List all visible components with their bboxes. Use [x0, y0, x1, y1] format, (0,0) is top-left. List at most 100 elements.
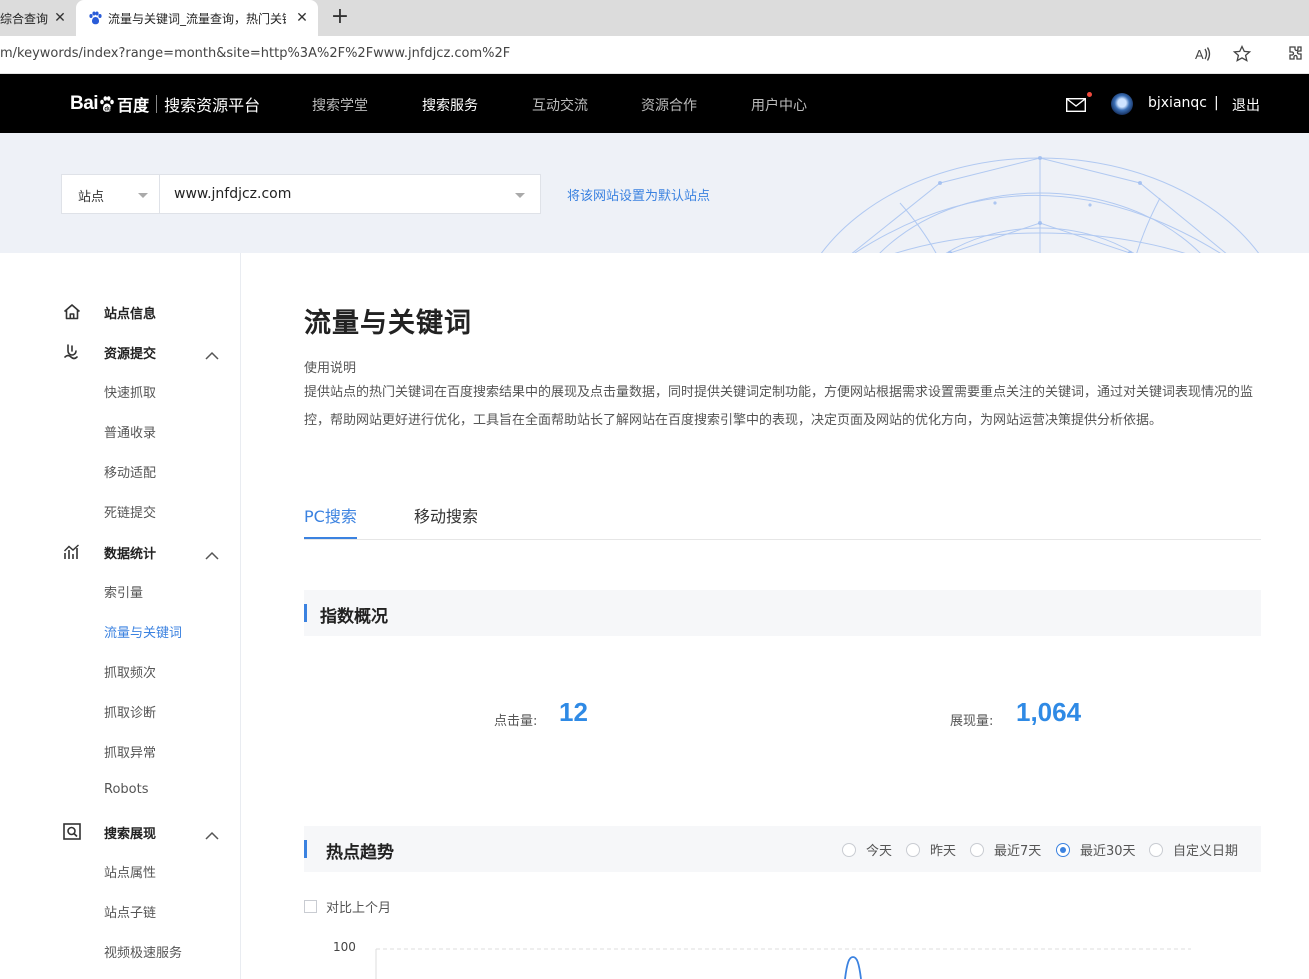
sidebar-item-site-attributes[interactable]: 站点属性: [104, 862, 156, 881]
sidebar-group-resource-submit[interactable]: 资源提交: [0, 340, 240, 364]
search-display-icon: [62, 822, 82, 842]
address-bar: m/keywords/index?range=month&site=http%3…: [0, 36, 1309, 74]
sidebar-item-traffic-keywords[interactable]: 流量与关键词: [104, 622, 182, 641]
trend-chart: [375, 948, 1191, 979]
site-header: Bai du 百度 搜索资源平台 搜索学堂 搜索服务 互动交流 资源合作 用户中…: [0, 74, 1309, 133]
nav-search-service[interactable]: 搜索服务: [422, 95, 478, 115]
close-tab-icon[interactable]: ✕: [294, 10, 310, 26]
trend-title: 热点趋势: [326, 843, 394, 863]
radio-circle[interactable]: [970, 842, 984, 857]
sidebar-item-video-service[interactable]: 视频极速服务: [104, 942, 182, 961]
range-7days-radio[interactable]: 最近7天: [970, 840, 1041, 859]
page-title: 流量与关键词: [304, 308, 472, 339]
radio-circle[interactable]: [1149, 842, 1163, 857]
notification-dot: [1087, 92, 1092, 97]
radio-circle[interactable]: [1056, 842, 1070, 857]
radio-label: 昨天: [930, 844, 957, 859]
impressions-label: 展现量:: [950, 714, 994, 729]
sidebar-group-title: 资源提交: [104, 347, 157, 362]
mail-icon[interactable]: [1065, 97, 1087, 113]
sidebar-item-dead-link[interactable]: 死链提交: [104, 502, 156, 521]
sidebar-group-search-display[interactable]: 搜索展现: [0, 820, 240, 844]
browser-tab-inactive[interactable]: 综合查询 - ✕: [0, 0, 76, 36]
set-default-site-link[interactable]: 将该网站设置为默认站点: [567, 185, 710, 204]
checkbox-box[interactable]: [304, 900, 317, 913]
submit-icon: [62, 342, 82, 362]
search-type-tabs: PC搜索 移动搜索: [304, 503, 1261, 540]
header-separator: |: [1214, 95, 1219, 111]
section-accent-bar: [304, 604, 307, 622]
browser-tab-active[interactable]: 流量与关键词_流量查询，热门关键 ✕: [76, 0, 318, 36]
range-custom-radio[interactable]: 自定义日期: [1149, 840, 1238, 859]
chevron-up-icon[interactable]: [205, 826, 219, 840]
tab-pc-search[interactable]: PC搜索: [304, 503, 357, 539]
radio-label: 今天: [866, 844, 893, 859]
logo-paw-icon: du: [99, 95, 115, 113]
sidebar: 站点信息 资源提交 快速抓取 普通收录 移动适配 死链提交 数据统计 索引量 流…: [0, 253, 241, 979]
radio-circle[interactable]: [906, 842, 920, 857]
sidebar-group-title: 站点信息: [104, 307, 157, 322]
site-selector-bar: 站点 www.jnfdjcz.com 将该网站设置为默认站点: [0, 133, 1309, 253]
read-aloud-icon[interactable]: A: [1193, 44, 1213, 64]
sidebar-item-site-sublinks[interactable]: 站点子链: [104, 902, 156, 921]
section-accent-bar: [304, 840, 307, 858]
overview-title: 指数概况: [320, 607, 388, 627]
radio-label: 最近7天: [994, 844, 1042, 859]
clicks-value: 12: [559, 697, 588, 727]
close-tab-icon[interactable]: ✕: [52, 10, 68, 26]
sidebar-item-crawl-errors[interactable]: 抓取异常: [104, 742, 156, 761]
logout-link[interactable]: 退出: [1232, 95, 1260, 115]
y-axis-tick-label: 100: [333, 940, 356, 954]
sidebar-group-title: 数据统计: [104, 547, 157, 562]
compare-last-month-checkbox[interactable]: 对比上个月: [304, 897, 391, 916]
usage-description: 提供站点的热门关键词在百度搜索结果中的展现及点击量数据，同时提供关键词定制功能，…: [304, 385, 1254, 428]
platform-name: 搜索资源平台: [164, 96, 261, 115]
logo-divider: [156, 95, 158, 113]
range-yesterday-radio[interactable]: 昨天: [906, 840, 956, 859]
sidebar-item-crawl-frequency[interactable]: 抓取频次: [104, 662, 156, 681]
tab-title: 综合查询 -: [0, 11, 50, 26]
site-type-select[interactable]: 站点: [61, 174, 160, 214]
stats-icon: [62, 542, 82, 562]
sidebar-item-site-info[interactable]: 站点信息: [0, 300, 240, 324]
range-today-radio[interactable]: 今天: [842, 840, 892, 859]
site-url-select[interactable]: www.jnfdjcz.com: [159, 174, 541, 214]
favorite-star-icon[interactable]: [1232, 44, 1252, 64]
sidebar-item-normal-index[interactable]: 普通收录: [104, 422, 156, 441]
sidebar-group-title: 搜索展现: [104, 827, 157, 842]
chevron-down-icon: [138, 193, 148, 198]
usage-heading: 使用说明: [304, 361, 357, 376]
chevron-down-icon: [515, 193, 525, 198]
new-tab-button[interactable]: +: [328, 6, 352, 30]
browser-tab-bar: 综合查询 - ✕ 流量与关键词_流量查询，热门关键 ✕ +: [0, 0, 1309, 36]
home-icon: [62, 302, 82, 322]
sidebar-item-crawl-diagnosis[interactable]: 抓取诊断: [104, 702, 156, 721]
tab-title: 流量与关键词_流量查询，热门关键: [108, 11, 286, 26]
sidebar-item-mobile-adapt[interactable]: 移动适配: [104, 462, 156, 481]
sidebar-item-robots[interactable]: Robots: [104, 782, 148, 797]
nav-resource-cooperation[interactable]: 资源合作: [641, 95, 697, 115]
sidebar-group-data-stats[interactable]: 数据统计: [0, 540, 240, 564]
username[interactable]: bjxianqc: [1148, 95, 1207, 111]
radio-label: 最近30天: [1080, 844, 1136, 859]
chevron-up-icon[interactable]: [205, 546, 219, 560]
url-field[interactable]: m/keywords/index?range=month&site=http%3…: [0, 36, 1180, 72]
nav-user-center[interactable]: 用户中心: [751, 95, 807, 115]
nav-interaction[interactable]: 互动交流: [532, 95, 588, 115]
overview-panel-header: 指数概况: [304, 590, 1261, 636]
baidu-paw-icon: [88, 11, 102, 25]
radio-circle[interactable]: [842, 842, 856, 857]
nav-search-academy[interactable]: 搜索学堂: [312, 95, 368, 115]
svg-text:du: du: [104, 106, 112, 112]
extensions-icon[interactable]: [1284, 44, 1304, 64]
trend-panel-header: 热点趋势 今天 昨天 最近7天 最近30天 自定义日期: [304, 826, 1261, 872]
user-avatar[interactable]: [1111, 93, 1133, 115]
sidebar-item-index-volume[interactable]: 索引量: [104, 582, 143, 601]
sidebar-item-quick-crawl[interactable]: 快速抓取: [104, 382, 156, 401]
tab-mobile-search[interactable]: 移动搜索: [414, 503, 478, 537]
baidu-logo[interactable]: Bai du 百度 搜索资源平台: [70, 93, 260, 115]
range-30days-radio[interactable]: 最近30天: [1056, 840, 1136, 859]
logo-bai-text: Bai: [70, 93, 99, 114]
impressions-value: 1,064: [1016, 697, 1082, 727]
chevron-up-icon[interactable]: [205, 346, 219, 360]
